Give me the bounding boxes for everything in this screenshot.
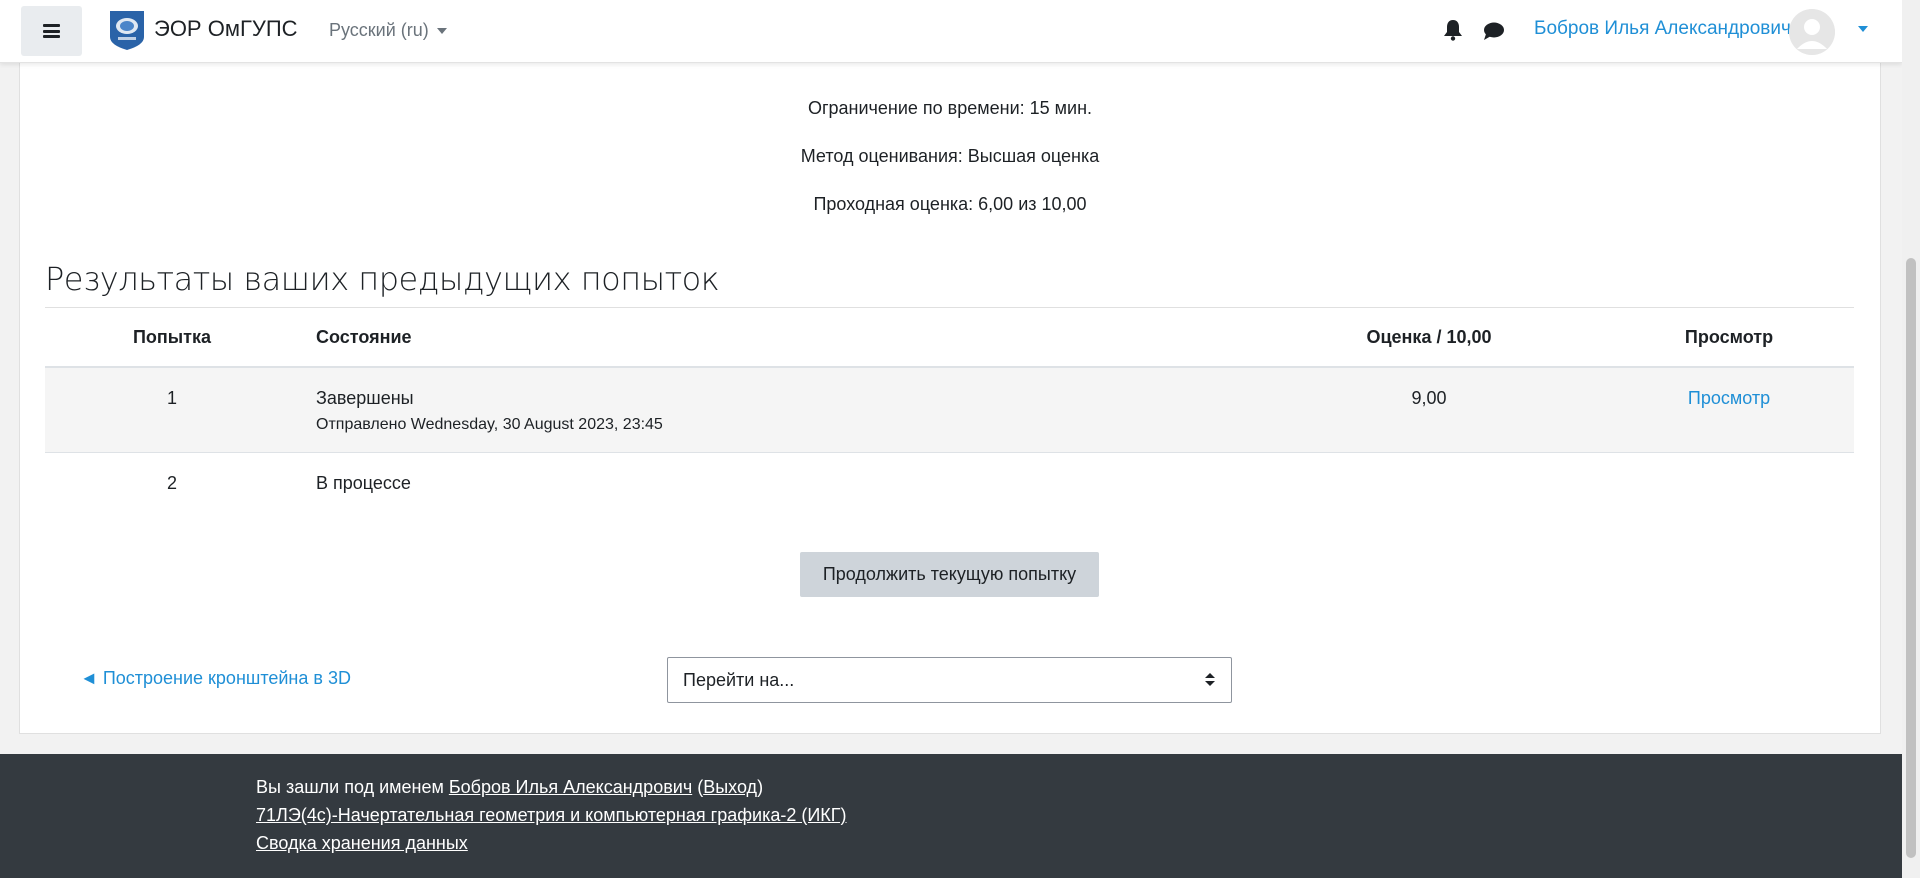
attempt-number: 2 [166,473,177,493]
column-header-attempt: Попытка [132,327,211,347]
attempt-state: В процессе [316,473,411,493]
continue-attempt-button[interactable]: Продолжить текущую попытку [800,552,1099,597]
page-scrollbar[interactable] [1902,0,1920,878]
chevron-down-icon [436,27,447,34]
site-logo-icon[interactable] [108,9,146,51]
select-arrows-icon [1205,673,1215,686]
page-footer: Вы зашли под именем Бобров Илья Александ… [0,754,1902,878]
login-info-prefix: Вы зашли под именем [256,777,449,797]
results-heading: Результаты ваших предыдущих попыток [45,260,720,298]
login-info: Вы зашли под именем Бобров Илья Александ… [256,777,763,798]
data-retention-link[interactable]: Сводка хранения данных [256,833,468,853]
column-header-state: Состояние [316,327,412,347]
review-link[interactable]: Просмотр [1604,388,1854,409]
column-header-grade: Оценка / 10,00 [1366,327,1492,347]
language-menu[interactable]: Русский (ru) [329,20,447,41]
attempt-grade: 9,00 [1411,388,1447,408]
user-menu-name[interactable]: Бобров Илья Александрович [1534,18,1791,40]
course-link[interactable]: 71ЛЭ(4с)-Начертательная геометрия и комп… [256,805,847,825]
language-label: Русский (ru) [329,20,429,40]
login-info-paren: ( [692,777,704,797]
site-name[interactable]: ЭОР ОмГУПС [154,16,298,42]
table-row: 1 Завершены Отправлено Wednesday, 30 Aug… [45,368,1854,453]
grading-method-text: Метод оценивания: Высшая оценка [800,146,1100,166]
scrollbar-thumb[interactable] [1906,258,1916,858]
previous-activity-link[interactable]: ◄ Построение кронштейна в 3D [80,668,351,689]
user-avatar-icon [1789,9,1835,55]
attempts-table: Попытка Состояние Оценка / 10,00 Просмот… [45,308,1854,538]
top-navbar: ЭОР ОмГУПС Русский (ru) Бобров Илья Алек… [0,0,1902,63]
login-info-paren: ) [757,777,764,797]
avatar[interactable] [1789,9,1835,55]
jump-to-selected-value: Перейти на... [683,669,795,690]
time-limit-text: Ограничение по времени: 15 мин. [807,98,1093,118]
footer-user-link[interactable]: Бобров Илья Александрович [449,777,692,797]
passing-grade-text: Проходная оценка: 6,00 из 10,00 [813,194,1087,214]
user-menu-chevron-icon[interactable] [1858,26,1868,32]
jump-to-select[interactable]: Перейти на... [667,657,1232,703]
attempt-number: 1 [166,388,177,408]
bell-icon[interactable] [1443,19,1463,41]
attempt-submitted-date: Отправлено Wednesday, 30 August 2023, 23… [316,416,663,433]
hamburger-icon [43,24,60,38]
attempt-state: Завершены [316,388,414,408]
column-header-review: Просмотр [1684,327,1774,347]
logout-link[interactable]: Выход [703,777,757,797]
chat-icon[interactable] [1483,21,1505,41]
drawer-toggle-button[interactable] [21,6,82,56]
table-row: 2 В процессе [45,453,1854,538]
table-header-row: Попытка Состояние Оценка / 10,00 Просмот… [45,308,1854,368]
